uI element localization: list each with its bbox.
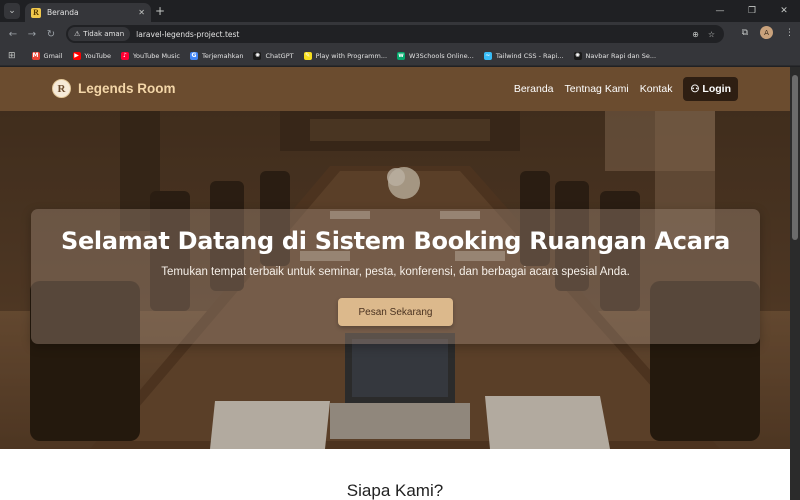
toolbar-actions: ⧉ A ⋮: [730, 26, 794, 39]
bookmark-item[interactable]: ~ Tailwind CSS - Rapi...: [483, 51, 564, 60]
bookmark-item[interactable]: ✺ ChatGPT: [253, 51, 294, 60]
bookmark-favicon-icon: G: [189, 51, 198, 60]
bookmark-list: M Gmail ▶ YouTube ♪ YouTube Music G Terjemahkan…: [31, 51, 666, 60]
bookmark-favicon-icon: M: [31, 51, 40, 60]
bookmark-item[interactable]: M Gmail: [31, 51, 63, 60]
bookmark-item[interactable]: ✎ Play with Programm...: [303, 51, 388, 60]
nav-link-home[interactable]: Beranda: [514, 83, 554, 95]
new-tab-plus-icon[interactable]: +: [155, 4, 165, 18]
close-window-icon[interactable]: ✕: [768, 0, 800, 22]
scrollbar-thumb[interactable]: [792, 75, 798, 240]
forward-arrow-icon[interactable]: →: [25, 27, 39, 41]
bookmark-label: Play with Programm...: [315, 51, 388, 60]
address-bar[interactable]: ⚠ Tidak aman laravel-legends-project.tes…: [66, 25, 724, 43]
extensions-puzzle-icon[interactable]: ⧉: [742, 28, 748, 38]
bookmark-label: Navbar Rapi dan Se...: [585, 51, 657, 60]
bookmark-label: W3Schools Online...: [409, 51, 474, 60]
bookmark-label: YouTube: [84, 51, 111, 60]
bookmark-favicon-icon: w: [397, 51, 406, 60]
profile-avatar[interactable]: A: [760, 26, 773, 39]
bookmark-favicon-icon: ▶: [72, 51, 81, 60]
page-scrollbar[interactable]: [790, 67, 800, 500]
site-navbar: R Legends Room Beranda Tentnag Kami Kont…: [0, 67, 790, 111]
bookmark-star-icon[interactable]: ☆: [708, 30, 715, 39]
minimize-icon[interactable]: —: [704, 0, 736, 22]
tab-search-chevron-icon[interactable]: ⌄: [4, 3, 20, 19]
bookmark-label: Gmail: [43, 51, 63, 60]
nav-link-about[interactable]: Tentnag Kami: [565, 83, 629, 95]
bookmark-favicon-icon: ✺: [253, 51, 262, 60]
bookmark-label: ChatGPT: [265, 51, 294, 60]
bookmark-item[interactable]: ✺ Navbar Rapi dan Se...: [573, 51, 657, 60]
browser-menu-kebab-icon[interactable]: ⋮: [785, 28, 794, 38]
warning-triangle-icon: ⚠: [74, 30, 81, 38]
login-label: Login: [702, 83, 731, 95]
bookmark-favicon-icon: ✺: [573, 51, 582, 60]
bookmark-item[interactable]: ▶ YouTube: [72, 51, 111, 60]
security-label: Tidak aman: [83, 30, 125, 38]
hero-subtitle: Temukan tempat terbaik untuk seminar, pe…: [161, 266, 630, 278]
brand-logo-icon: R: [52, 79, 71, 98]
zoom-icon[interactable]: ⊕: [692, 30, 699, 39]
bookmark-label: YouTube Music: [132, 51, 180, 60]
nav-links: Beranda Tentnag Kami Kontak ⚇ Login: [503, 77, 738, 101]
tab-favicon-icon: R: [31, 7, 41, 18]
brand-link[interactable]: R Legends Room: [52, 79, 176, 98]
bookmark-item[interactable]: G Terjemahkan: [189, 51, 244, 60]
apps-grid-icon[interactable]: ⊞: [8, 51, 16, 61]
bookmark-item[interactable]: w W3Schools Online...: [397, 51, 474, 60]
url-text[interactable]: laravel-legends-project.test: [136, 30, 692, 39]
security-chip[interactable]: ⚠ Tidak aman: [68, 27, 131, 41]
bookmark-item[interactable]: ♪ YouTube Music: [120, 51, 180, 60]
browser-tab[interactable]: R Beranda ✕: [25, 3, 151, 22]
window-controls: — ❐ ✕: [704, 0, 800, 22]
bookmark-label: Terjemahkan: [201, 51, 244, 60]
brand-name: Legends Room: [78, 81, 176, 96]
page-viewport: Selamat Datang di Sistem Booking Ruangan…: [0, 67, 790, 500]
reload-icon[interactable]: ↻: [44, 27, 58, 41]
back-arrow-icon[interactable]: ←: [6, 27, 20, 41]
hero-card: Selamat Datang di Sistem Booking Ruangan…: [31, 209, 760, 344]
login-button[interactable]: ⚇ Login: [683, 77, 738, 101]
browser-tab-bar: ⌄ R Beranda ✕ + — ❐ ✕: [0, 0, 800, 22]
bookmark-label: Tailwind CSS - Rapi...: [495, 51, 564, 60]
browser-toolbar: ← → ↻ ⚠ Tidak aman laravel-legends-proje…: [0, 22, 800, 46]
about-section-title: Siapa Kami?: [346, 481, 444, 500]
bookmark-favicon-icon: ✎: [303, 51, 312, 60]
bookmark-favicon-icon: ♪: [120, 51, 129, 60]
bookmarks-bar: ⊞ M Gmail ▶ YouTube ♪ YouTube Music G Terjemahk…: [0, 46, 800, 66]
book-now-button[interactable]: Pesan Sekarang: [338, 298, 453, 326]
user-icon: ⚇: [690, 83, 700, 95]
tab-title: Beranda: [47, 8, 79, 17]
bookmark-favicon-icon: ~: [483, 51, 492, 60]
restore-icon[interactable]: ❐: [736, 0, 768, 22]
hero-section: Selamat Datang di Sistem Booking Ruangan…: [0, 111, 790, 449]
hero-title: Selamat Datang di Sistem Booking Ruangan…: [60, 227, 731, 255]
nav-link-contact[interactable]: Kontak: [640, 83, 673, 95]
tab-close-icon[interactable]: ✕: [138, 8, 145, 17]
